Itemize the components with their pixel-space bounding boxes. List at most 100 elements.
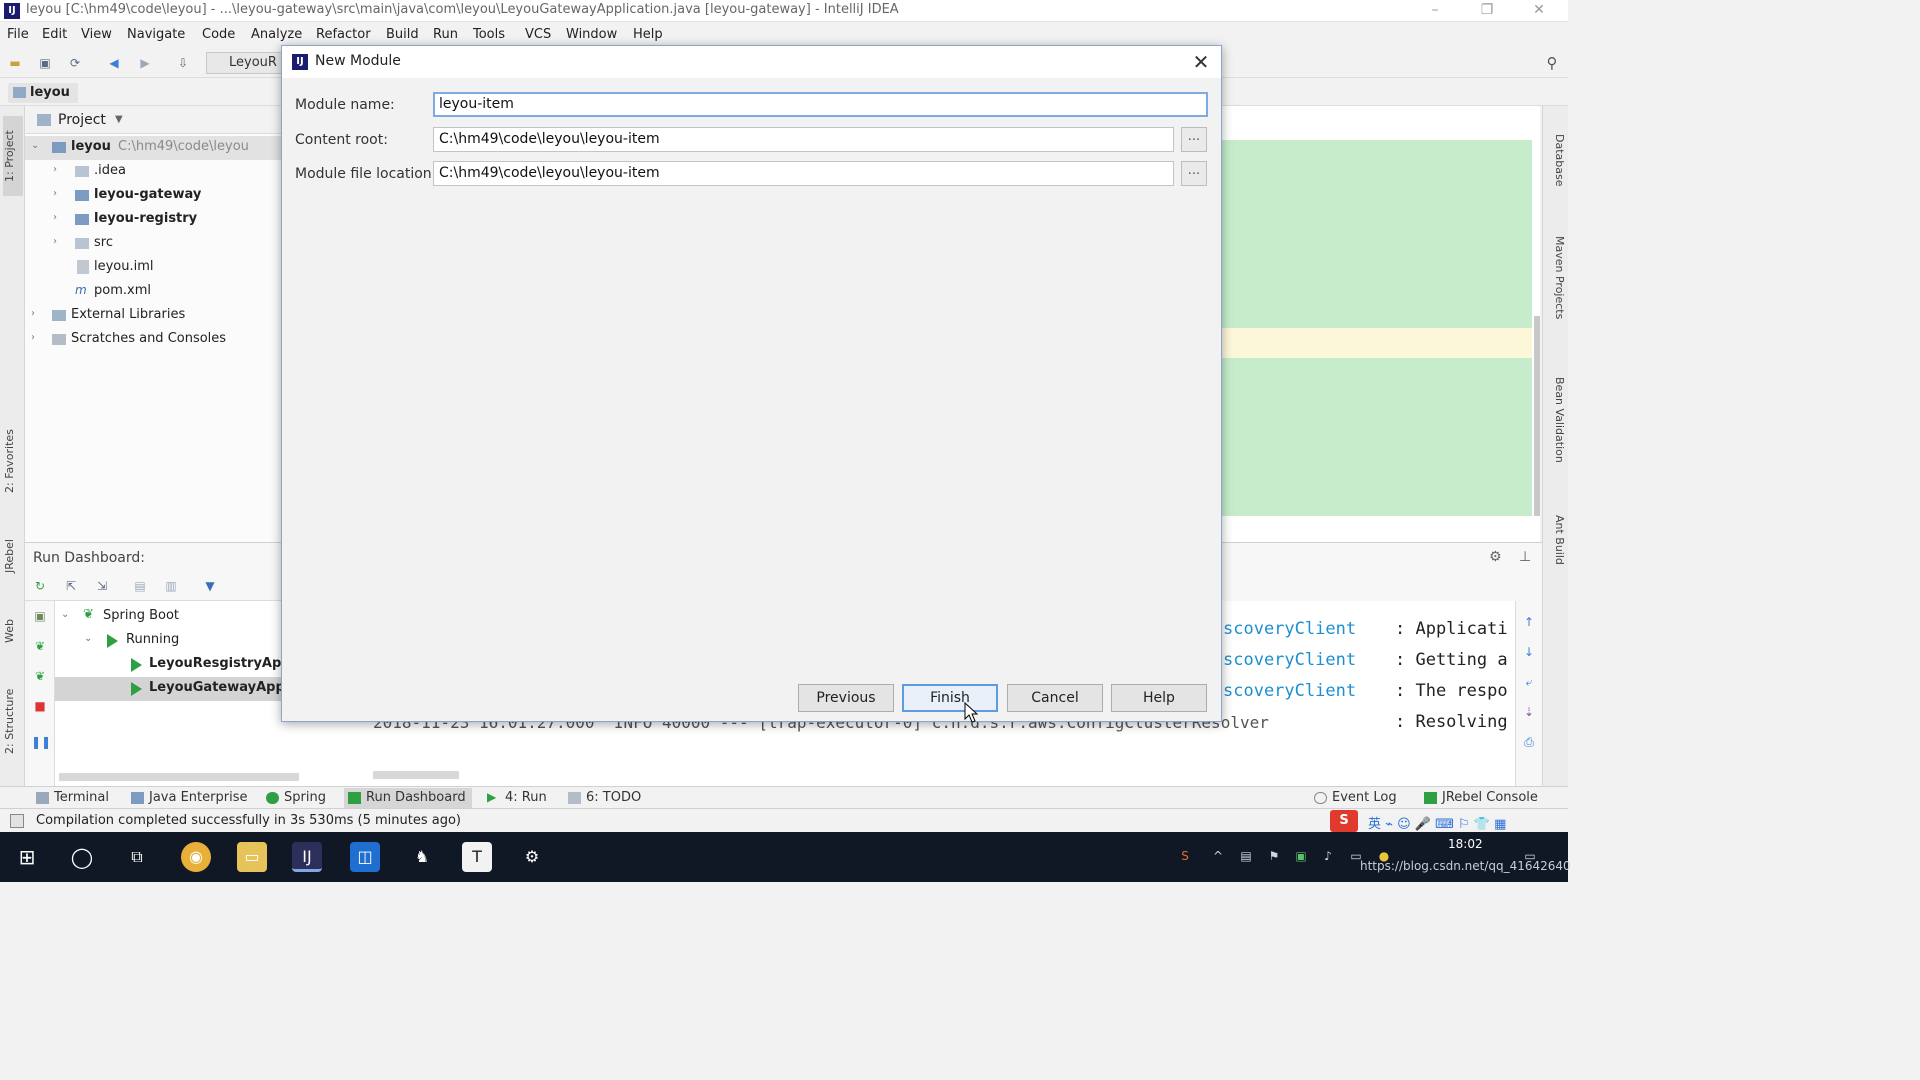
finish-button[interactable]: Finish bbox=[902, 684, 998, 712]
chevron-down-icon[interactable]: ⌄ bbox=[31, 140, 39, 151]
tab-java-enterprise[interactable]: Java Enterprise bbox=[131, 790, 247, 805]
tray-sogou-icon[interactable]: S bbox=[1177, 848, 1193, 864]
store-icon[interactable]: ◫ bbox=[350, 842, 380, 872]
scroll-up-icon[interactable]: ↑ bbox=[1520, 613, 1538, 631]
menu-navigate[interactable]: Navigate bbox=[127, 27, 185, 42]
tree-item-leyou[interactable]: ⌄ leyou C:\hm49\code\leyou bbox=[25, 136, 290, 160]
forward-arrow-icon[interactable]: ▶ bbox=[136, 54, 154, 72]
chevron-down-icon[interactable]: ⌄ bbox=[84, 633, 92, 644]
tool-tab-favorites[interactable]: 2: Favorites bbox=[3, 416, 23, 506]
menu-tools[interactable]: Tools bbox=[473, 27, 505, 42]
run-config-icon[interactable]: ▣ bbox=[31, 607, 49, 625]
minimize-button[interactable]: – bbox=[1412, 0, 1458, 22]
app-icon[interactable]: ♞ bbox=[407, 842, 437, 872]
module-file-browse-button[interactable]: ... bbox=[1181, 161, 1207, 186]
chevron-right-icon[interactable]: › bbox=[53, 212, 57, 223]
tool-tab-web[interactable]: Web bbox=[3, 606, 23, 656]
tool-tab-project[interactable]: 1: Project bbox=[3, 116, 23, 196]
run-configuration-select[interactable]: LeyouR bbox=[206, 52, 282, 74]
window-close-button[interactable]: ✕ bbox=[1516, 0, 1562, 22]
input-method-icon[interactable]: S bbox=[1330, 810, 1358, 832]
collapse-all-icon[interactable]: ⇲ bbox=[93, 577, 111, 595]
breadcrumb-root[interactable]: leyou bbox=[8, 83, 78, 103]
group-by-icon[interactable]: ▤ bbox=[131, 577, 149, 595]
build-icon[interactable]: ⇩ bbox=[174, 54, 192, 72]
project-view-select[interactable]: Project bbox=[58, 112, 106, 128]
task-view-icon[interactable]: ⧉ bbox=[122, 842, 152, 872]
menu-refactor[interactable]: Refactor bbox=[316, 27, 371, 42]
tab-run-dashboard[interactable]: Run Dashboard bbox=[344, 788, 472, 808]
tab-todo[interactable]: 6: TODO bbox=[568, 790, 641, 805]
tray-volume-icon[interactable]: ♪ bbox=[1320, 848, 1336, 864]
tool-tab-jrebel[interactable]: JRebel bbox=[3, 526, 23, 586]
tool-tab-maven-projects[interactable]: Maven Projects bbox=[1546, 218, 1566, 338]
tool-app-icon[interactable]: ⚙ bbox=[517, 842, 547, 872]
tree-item-leyou-gateway[interactable]: › leyou-gateway bbox=[25, 184, 290, 208]
menu-run[interactable]: Run bbox=[433, 27, 458, 42]
taskbar-clock[interactable]: 18:02 bbox=[1448, 837, 1483, 851]
back-arrow-icon[interactable]: ◀ bbox=[105, 54, 123, 72]
spring-run-icon[interactable]: ❦ bbox=[31, 637, 49, 655]
tool-tab-bean-validation[interactable]: Bean Validation bbox=[1546, 360, 1566, 480]
hide-panel-icon[interactable]: ⊥ bbox=[1519, 549, 1531, 565]
gear-icon[interactable]: ⚙ bbox=[1489, 549, 1502, 565]
menu-vcs[interactable]: VCS bbox=[525, 27, 551, 42]
tree-item-idea[interactable]: › .idea bbox=[25, 160, 290, 184]
notification-center-icon[interactable]: ▭ bbox=[1522, 848, 1538, 864]
search-circle-icon[interactable]: ◯ bbox=[67, 842, 97, 872]
editor-scrollbar[interactable] bbox=[1534, 316, 1540, 516]
pause-icon[interactable]: ❚❚ bbox=[31, 733, 51, 751]
menu-view[interactable]: View bbox=[81, 27, 112, 42]
tray-flag-icon[interactable]: ⚑ bbox=[1266, 848, 1282, 864]
group-type-icon[interactable]: ▥ bbox=[162, 577, 180, 595]
menu-file[interactable]: File bbox=[7, 27, 29, 42]
tree-item-src[interactable]: › src bbox=[25, 232, 290, 256]
tree-item-scratches[interactable]: › Scratches and Consoles bbox=[25, 328, 290, 352]
restore-button[interactable]: ❐ bbox=[1464, 0, 1510, 22]
menu-code[interactable]: Code bbox=[202, 27, 235, 42]
spring-debug-icon[interactable]: ❦ bbox=[31, 667, 49, 685]
chevron-down-icon[interactable]: ▼ bbox=[115, 114, 123, 125]
module-file-location-input[interactable]: C:\hm49\code\leyou\leyou-item bbox=[433, 161, 1174, 186]
tray-security-icon[interactable]: ▣ bbox=[1293, 848, 1309, 864]
tab-run[interactable]: ▶ 4: Run bbox=[487, 790, 547, 805]
toggle-tool-windows-icon[interactable] bbox=[10, 814, 24, 828]
dialog-close-button[interactable]: ✕ bbox=[1188, 50, 1214, 74]
menu-window[interactable]: Window bbox=[566, 27, 617, 42]
previous-button[interactable]: Previous bbox=[798, 684, 894, 712]
cancel-button[interactable]: Cancel bbox=[1007, 684, 1103, 712]
chevron-right-icon[interactable]: › bbox=[31, 308, 35, 319]
filter-icon[interactable]: ▼ bbox=[201, 577, 219, 595]
menu-build[interactable]: Build bbox=[386, 27, 419, 42]
tab-spring[interactable]: Spring bbox=[266, 790, 326, 805]
editor-area[interactable] bbox=[1222, 106, 1540, 542]
search-everywhere-icon[interactable]: ⚲ bbox=[1543, 54, 1561, 72]
tool-tab-structure[interactable]: 2: Structure bbox=[3, 676, 23, 766]
chevron-right-icon[interactable]: › bbox=[53, 236, 57, 247]
menu-analyze[interactable]: Analyze bbox=[251, 27, 302, 42]
rerun-icon[interactable]: ↻ bbox=[31, 577, 49, 595]
print-icon[interactable]: ⎙ bbox=[1520, 733, 1538, 751]
tree-item-leyou-registry[interactable]: › leyou-registry bbox=[25, 208, 290, 232]
menu-edit[interactable]: Edit bbox=[42, 27, 67, 42]
chrome-icon[interactable]: ◉ bbox=[181, 842, 211, 872]
scroll-to-end-icon[interactable]: ⇣ bbox=[1520, 703, 1538, 721]
content-root-input[interactable]: C:\hm49\code\leyou\leyou-item bbox=[433, 127, 1174, 152]
chevron-right-icon[interactable]: › bbox=[53, 188, 57, 199]
soft-wrap-icon[interactable]: ⤶ bbox=[1520, 673, 1538, 691]
tab-event-log[interactable]: Event Log bbox=[1314, 790, 1397, 805]
module-name-input[interactable]: leyou-item bbox=[433, 92, 1208, 117]
ime-tray-icons[interactable]: 英 ⌁ ☺ 🎤 ⌨ ⚐ 👕 ▦ bbox=[1368, 813, 1506, 832]
tray-chevron-up-icon[interactable]: ^ bbox=[1210, 848, 1226, 864]
stop-icon[interactable]: ■ bbox=[31, 697, 49, 715]
sync-icon[interactable]: ⟳ bbox=[66, 54, 84, 72]
tab-jrebel-console[interactable]: JRebel Console bbox=[1424, 790, 1538, 805]
tab-terminal[interactable]: Terminal bbox=[36, 790, 109, 805]
file-explorer-icon[interactable]: ▭ bbox=[237, 842, 267, 872]
menu-help[interactable]: Help bbox=[633, 27, 663, 42]
tool-tab-ant-build[interactable]: Ant Build bbox=[1546, 500, 1566, 580]
save-icon[interactable]: ▣ bbox=[36, 54, 54, 72]
content-root-browse-button[interactable]: ... bbox=[1181, 127, 1207, 152]
expand-all-icon[interactable]: ⇱ bbox=[62, 577, 80, 595]
windows-start-icon[interactable]: ⊞ bbox=[12, 842, 42, 872]
